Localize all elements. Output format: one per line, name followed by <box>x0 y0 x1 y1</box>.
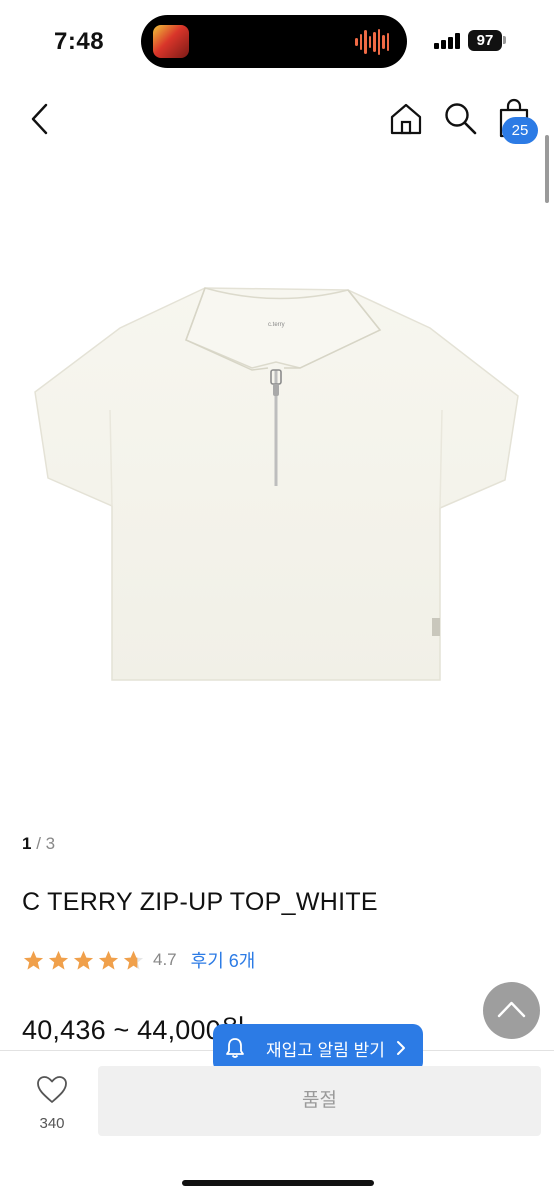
chevron-right-icon <box>396 1041 405 1055</box>
search-icon <box>445 103 477 135</box>
home-icon <box>390 103 422 135</box>
soldout-button[interactable]: 품절 <box>98 1066 541 1136</box>
cellular-signal-icon <box>434 33 462 49</box>
like-button[interactable]: 340 <box>30 1074 74 1134</box>
scroll-to-top-button[interactable] <box>483 982 540 1039</box>
product-photo: c.terry <box>34 287 519 681</box>
rating-value: 4.7 <box>153 950 177 969</box>
rating-stars <box>22 949 145 972</box>
dynamic-island[interactable] <box>141 15 407 68</box>
audio-waveform-icon <box>355 28 389 55</box>
star-icon <box>48 950 69 970</box>
like-count: 340 <box>39 1115 65 1132</box>
star-icon <box>73 950 94 970</box>
restock-alert-label: 재입고 알림 받기 <box>266 1040 385 1060</box>
now-playing-artwork <box>153 25 189 58</box>
scrollbar[interactable] <box>545 135 549 203</box>
star-icon <box>98 950 119 970</box>
reviews-link[interactable]: 후기 6개 <box>191 947 256 973</box>
battery-indicator: 97 <box>468 30 502 51</box>
heart-icon <box>37 1076 67 1103</box>
image-pager: 1 / 3 <box>22 834 55 854</box>
status-time: 7:48 <box>54 28 105 55</box>
half-star-icon <box>123 950 144 970</box>
status-bar: 7:48 97 <box>0 0 554 84</box>
back-icon <box>31 103 48 135</box>
star-icon <box>23 950 44 970</box>
home-button[interactable] <box>388 101 424 137</box>
chevron-up-icon <box>497 1001 526 1018</box>
product-rating: 4.7 후기 6개 <box>22 945 255 975</box>
product-title: C TERRY ZIP-UP TOP_WHITE <box>22 888 378 916</box>
bell-icon <box>226 1038 244 1058</box>
pager-total: 3 <box>45 834 56 853</box>
pager-current: 1 <box>22 834 32 853</box>
brand-neck-label: c.terry <box>268 322 285 328</box>
product-image[interactable]: c.terry <box>0 210 554 810</box>
search-button[interactable] <box>442 100 478 136</box>
home-indicator[interactable] <box>182 1180 374 1186</box>
cart-count-badge: 25 <box>502 117 538 144</box>
back-button[interactable] <box>22 100 60 138</box>
pager-separator: / <box>36 834 41 853</box>
restock-alert-button[interactable]: 재입고 알림 받기 <box>213 1024 423 1072</box>
battery-tip <box>503 36 506 44</box>
